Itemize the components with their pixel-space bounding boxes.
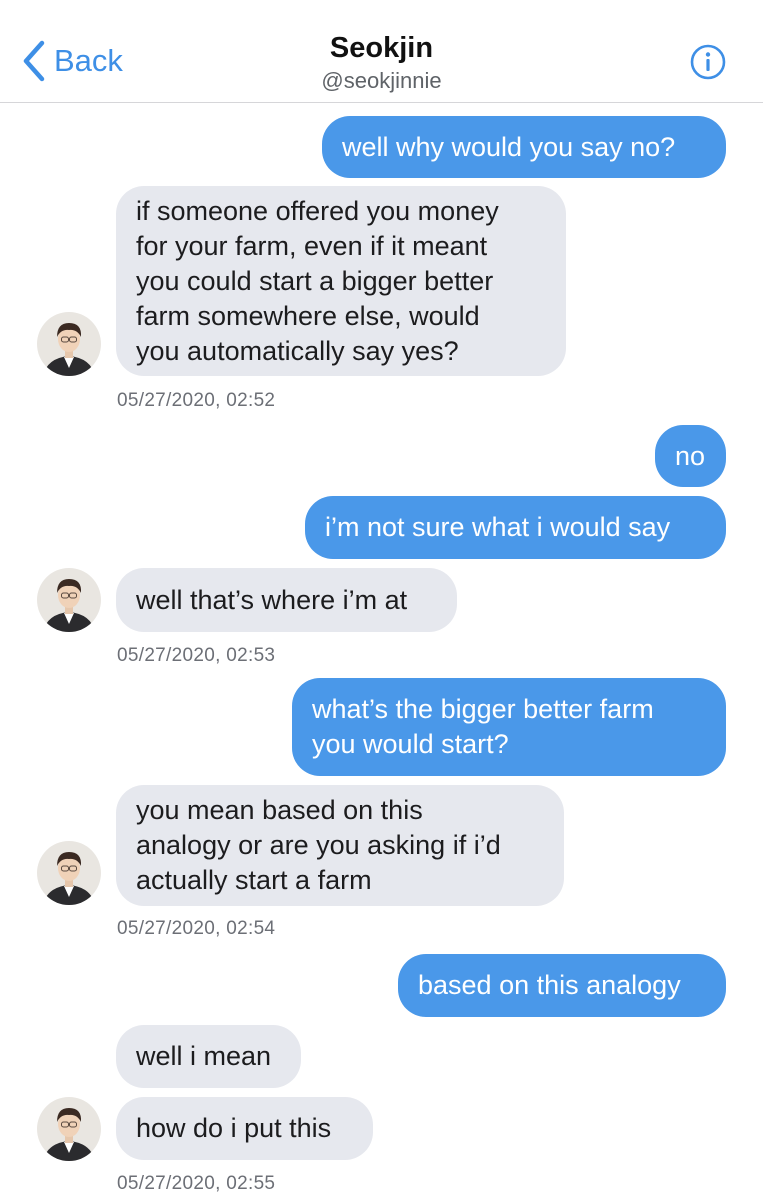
message-text: well i mean	[136, 1041, 272, 1071]
message-text: you mean based on this analogy or are yo…	[136, 795, 501, 895]
message-text: i’m not sure what i would say	[325, 512, 671, 542]
profile-photo	[37, 312, 101, 376]
avatar[interactable]	[37, 841, 101, 905]
message-bubble-outgoing[interactable]: based on this analogy	[398, 954, 726, 1017]
message-text: based on this analogy	[418, 970, 681, 1000]
message-timestamp: 05/27/2020, 02:54	[117, 918, 276, 939]
avatar[interactable]	[37, 1097, 101, 1161]
message-bubble-incoming[interactable]: well that’s where i’m at	[116, 568, 457, 632]
message-timestamp: 05/27/2020, 02:53	[117, 645, 276, 666]
message-timestamp: 05/27/2020, 02:55	[117, 1173, 276, 1194]
message-bubble-incoming[interactable]: how do i put this	[116, 1097, 373, 1160]
message-bubble-outgoing[interactable]: well why would you say no?	[322, 116, 726, 178]
message-bubble-incoming[interactable]: if someone offered you money for your fa…	[116, 186, 566, 376]
avatar[interactable]	[37, 568, 101, 632]
message-text: what’s the bigger better farm you would …	[312, 694, 654, 759]
info-circle-icon	[690, 44, 726, 84]
conversation-header: Back Seokjin @seokjinnie	[0, 0, 763, 103]
message-bubble-incoming[interactable]: well i mean	[116, 1025, 301, 1088]
dm-conversation-screen: Back Seokjin @seokjinnie well why would …	[0, 0, 763, 1200]
profile-photo	[37, 568, 101, 632]
message-text: well that’s where i’m at	[136, 584, 408, 615]
contact-name: Seokjin	[329, 32, 434, 64]
message-text: well why would you say no?	[342, 131, 676, 162]
info-button[interactable]	[690, 44, 726, 80]
contact-handle: @seokjinnie	[321, 68, 442, 93]
profile-photo	[37, 1097, 101, 1161]
message-bubble-outgoing[interactable]: what’s the bigger better farm you would …	[292, 678, 726, 776]
avatar[interactable]	[37, 312, 101, 376]
message-bubble-incoming[interactable]: you mean based on this analogy or are yo…	[116, 785, 564, 906]
message-text: no	[675, 440, 706, 471]
message-bubble-outgoing[interactable]: no	[655, 425, 726, 487]
message-text: if someone offered you money for your fa…	[136, 195, 499, 366]
profile-photo	[37, 841, 101, 905]
message-text: how do i put this	[136, 1113, 332, 1143]
message-bubble-outgoing[interactable]: i’m not sure what i would say	[305, 496, 726, 559]
message-timestamp: 05/27/2020, 02:52	[117, 390, 276, 411]
